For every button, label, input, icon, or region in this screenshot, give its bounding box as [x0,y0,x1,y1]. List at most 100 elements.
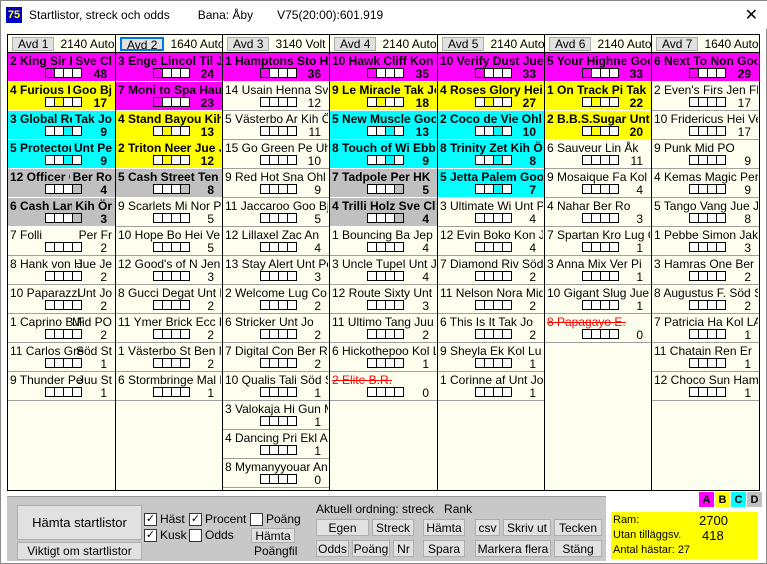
horse-row[interactable]: 1 Bouncing Ba Jep C4 [330,227,437,256]
horse-row[interactable]: 9 Mosaique Fa Kol Lu4 [545,169,651,198]
group-box-d[interactable] [180,184,190,194]
group-box-d[interactable] [502,68,512,78]
horse-row[interactable]: 12 Good's of N Jen Fl3 [116,256,222,285]
group-box-d[interactable] [502,242,512,252]
group-box-d[interactable] [180,300,190,310]
number-sort-button[interactable]: Nr [393,540,414,557]
horse-row[interactable]: 6 Stormbringe Mal Kr 1 [116,372,222,401]
horse-row[interactable]: 5 Cash Street Ten 8 [116,169,222,198]
horse-row[interactable]: 1 Caprino B.F Mid PO 2 [8,314,115,343]
group-box-d[interactable] [287,416,297,426]
horse-row[interactable]: 4 Roses Glory Hei 27 [438,82,544,111]
horse-row[interactable]: 1 Corinne af Unt Jo 1 [438,372,544,401]
horse-row[interactable]: 9 Sheyla Ek Kol Lu 1 [438,343,544,372]
horse-row[interactable]: 7 Tadpole Per HK 5 [330,169,437,198]
group-box-d[interactable] [502,184,512,194]
horse-row[interactable]: 3 Anna Mix Ver Pi 1 [545,256,651,285]
horse-row[interactable]: 11 Jaccaroo Goo Bj 5 [223,198,329,227]
horse-row[interactable]: 11 Carlos Gre Söd St 1 [8,343,115,372]
horse-row[interactable]: 8 Mymanyyouar Ant 0 [223,459,329,488]
horse-row[interactable]: 3 Uncle Tupel Unt Jo 4 [330,256,437,285]
group-box-d[interactable] [609,126,619,136]
group-box-d[interactable] [72,358,82,368]
mark-multiple-button[interactable]: Markera flera [475,540,551,557]
group-box-d[interactable] [394,155,404,165]
horse-row[interactable]: 2 Triton Neer Jue J 12 [116,140,222,169]
group-box-d[interactable] [287,300,297,310]
driver-checkbox[interactable]: ✓ Kusk [144,528,187,542]
group-box-d[interactable] [287,155,297,165]
group-box-d[interactable] [716,271,726,281]
group-box-d[interactable] [716,387,726,397]
group-box-d[interactable] [72,213,82,223]
horse-row[interactable]: 11 Nelson Nora Mid P2 [438,285,544,314]
horse-row[interactable]: 11 Ymer Brick Ecc Ke2 [116,314,222,343]
fetch-points-button[interactable]: Hämta [251,528,295,543]
horse-row[interactable]: 6 Sauveur Lin Åk 11 [545,140,651,169]
horse-row[interactable]: 4 Dancing Pri Ekl An 1 [223,430,329,459]
group-box-d[interactable] [609,68,619,78]
race-tab-button[interactable]: Avd 7 [656,36,699,51]
race-tab-button[interactable]: Avd 3 [227,36,270,51]
group-box-d[interactable] [287,242,297,252]
group-box-d[interactable] [609,271,619,281]
group-box-d[interactable] [72,387,82,397]
group-box-d[interactable] [394,387,404,397]
horse-row[interactable]: 2 Elite B.R. 0 [330,372,437,401]
horse-row[interactable]: 10 Hawk Cliff Kon J 35 [330,53,437,82]
group-box-d[interactable] [287,184,297,194]
horse-row[interactable]: 7 Moni to Spa Hau 23 [116,82,222,111]
horse-row[interactable]: 1 Västerbo St Ben N2 [116,343,222,372]
group-box-d[interactable] [716,97,726,107]
group-box-d[interactable] [72,155,82,165]
group-box-d[interactable] [609,184,619,194]
horse-row[interactable]: 5 Jetta Palem Goo 7 [438,169,544,198]
horse-row[interactable]: 6 Stricker Unt Jo 2 [223,314,329,343]
group-box-d[interactable] [716,184,726,194]
horse-row[interactable]: 4 Nahar Ber Ro 3 [545,198,651,227]
horse-row[interactable]: 2 King Sir K Sve Cl 48 [8,53,115,82]
group-box-d[interactable] [502,126,512,136]
group-box-d[interactable] [287,213,297,223]
horse-row[interactable]: 3 Ultimate Wi Unt Pe 4 [438,198,544,227]
fetch-button[interactable]: Hämta [423,519,465,536]
group-box-d[interactable] [72,184,82,194]
horse-checkbox[interactable]: ✓ Häst [144,512,185,526]
group-box-d[interactable] [287,474,297,484]
group-box-d[interactable] [394,329,404,339]
horse-row[interactable]: 10 Hope Bo Hei Ve 5 [116,227,222,256]
group-box-d[interactable] [502,97,512,107]
horse-row[interactable]: 2 Welcome Lug Co 2 [223,285,329,314]
group-box-d[interactable] [609,155,619,165]
group-box-d[interactable] [72,68,82,78]
group-box-d[interactable] [502,213,512,223]
race-tab-button[interactable]: Avd 2 [120,36,165,51]
horse-row[interactable]: 5 Your Highne Goo 33 [545,53,651,82]
horse-row[interactable]: 9 Thunder Pe Juu St 1 [8,372,115,401]
percent-checkbox[interactable]: ✓ Procent [189,512,246,526]
horse-row[interactable]: 10 Qualis Tali Söd St 1 [223,372,329,401]
group-box-d[interactable] [72,242,82,252]
horse-row[interactable]: 3 Valokaja Hi Gun MT1 [223,401,329,430]
horse-row[interactable]: 14 Usain Henna Sva 12 [223,82,329,111]
group-box-d[interactable] [502,329,512,339]
group-box-d[interactable] [502,358,512,368]
group-box-d[interactable] [394,126,404,136]
group-box-d[interactable] [502,300,512,310]
group-box-d[interactable] [180,242,190,252]
horse-row[interactable]: 9 Punk Mid PO 9 [652,140,759,169]
horse-row[interactable]: 8 Papagayo E. 0 [545,314,651,343]
group-box-d[interactable] [609,213,619,223]
group-box-d[interactable] [180,271,190,281]
horse-row[interactable]: 1 On Track Pi Tak J 22 [545,82,651,111]
group-box-d[interactable] [287,387,297,397]
horse-row[interactable]: 5 Protector Unt Pe 9 [8,140,115,169]
horse-row[interactable]: 11 Ultimo Tang Juu St2 [330,314,437,343]
horse-row[interactable]: 6 This Is It Tak Jo 2 [438,314,544,343]
race-tab-button[interactable]: Avd 5 [442,36,485,51]
horse-row[interactable]: 12 Evin Boko Kon Jo 4 [438,227,544,256]
horse-row[interactable]: 7 Digital Con Ber Ro 2 [223,343,329,372]
horse-row[interactable]: 10 Verify Dust Jue J 33 [438,53,544,82]
horse-row[interactable]: 10 Fridericus Hei Ve 17 [652,111,759,140]
group-box-d[interactable] [394,271,404,281]
